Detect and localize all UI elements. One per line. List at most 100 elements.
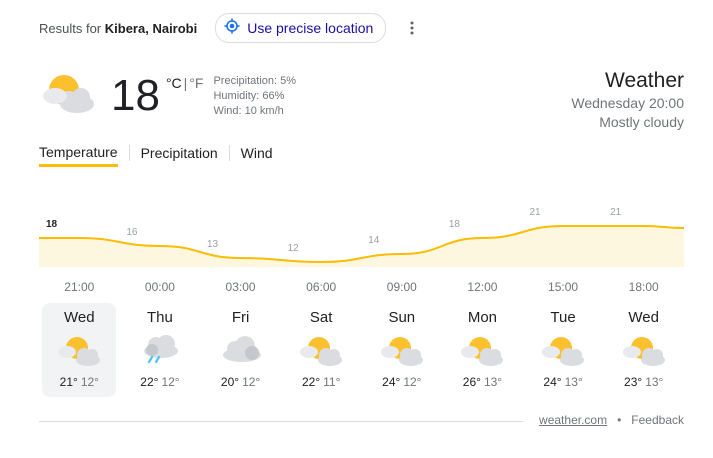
- forecast-day-5[interactable]: Mon 26° 13°: [445, 303, 519, 397]
- weather-details: Precipitation: 5% Humidity: 66% Wind: 10…: [213, 74, 296, 119]
- forecast-low: 12°: [403, 375, 422, 389]
- rain-cloud-icon: [137, 333, 183, 369]
- forecast-low: 12°: [242, 375, 261, 389]
- partly-cloudy-icon: [39, 70, 97, 123]
- forecast-temps: 22° 11°: [284, 375, 358, 389]
- forecast-temps: 23° 13°: [607, 375, 681, 389]
- chart-tabs: Temperature Precipitation Wind: [39, 144, 273, 167]
- forecast-temps: 22° 12°: [123, 375, 197, 389]
- forecast-low: 12°: [161, 375, 180, 389]
- unit-toggle: °C | °F: [165, 75, 204, 91]
- forecast-day-2[interactable]: Fri 20° 12°: [204, 303, 278, 397]
- tab-divider: [228, 144, 230, 161]
- time-tick-label: 21:00: [64, 280, 95, 294]
- temperature-data-label: 16: [126, 227, 138, 238]
- forecast-day-name: Thu: [147, 309, 173, 326]
- forecast-high: 22°: [301, 375, 321, 389]
- footer-divider: [39, 421, 523, 422]
- cloudy-icon: [218, 333, 264, 369]
- tab-precipitation[interactable]: Precipitation: [141, 145, 218, 167]
- partly-cloudy-icon: [379, 333, 425, 369]
- use-precise-location-button[interactable]: Use precise location: [215, 13, 387, 43]
- fahrenheit-unit[interactable]: °F: [189, 75, 203, 91]
- forecast-high: 20°: [220, 375, 240, 389]
- forecast-low: 12°: [80, 375, 99, 389]
- results-prefix: Results for: [39, 20, 102, 36]
- tab-wind[interactable]: Wind: [241, 145, 273, 167]
- temperature-data-label: 21: [530, 207, 542, 218]
- forecast-high: 22°: [140, 375, 159, 389]
- weather-condition: Mostly cloudy: [599, 114, 684, 130]
- partly-cloudy-icon: [459, 333, 505, 369]
- weather-title: Weather: [605, 69, 684, 92]
- forecast-day-name: Wed: [628, 309, 659, 326]
- footer: weather.com • Feedback: [539, 413, 684, 427]
- location-bar: Results for Kibera, Nairobi Use precise …: [39, 13, 420, 43]
- time-tick-label: 09:00: [386, 280, 417, 294]
- temperature-chart: 18 16 13 12 14 18 21 21: [38, 207, 685, 267]
- weather-source-link[interactable]: weather.com: [539, 413, 607, 427]
- forecast-temps: 20° 12°: [204, 375, 278, 389]
- temperature-data-label: 18: [449, 219, 461, 230]
- forecast-temps: 24° 12°: [365, 375, 439, 389]
- forecast-low: 13°: [483, 375, 503, 389]
- forecast-high: 23°: [624, 375, 643, 389]
- forecast-day-name: Tue: [550, 309, 576, 326]
- use-precise-location-label: Use precise location: [247, 20, 374, 36]
- weather-datetime: Wednesday 20:00: [571, 95, 684, 111]
- partly-cloudy-icon: [56, 333, 102, 369]
- celsius-unit[interactable]: °C: [166, 75, 182, 91]
- time-tick-label: 15:00: [548, 280, 579, 294]
- temperature-data-label: 13: [207, 239, 219, 250]
- time-tick-label: 12:00: [467, 280, 498, 294]
- time-tick-label: 03:00: [225, 280, 256, 294]
- forecast-temps: 26° 13°: [445, 375, 519, 389]
- forecast-day-name: Fri: [231, 309, 250, 326]
- tab-divider: [128, 144, 130, 161]
- forecast-low: 13°: [645, 375, 664, 389]
- time-tick-label: 06:00: [306, 280, 337, 294]
- forecast-day-name: Sun: [388, 309, 416, 326]
- forecast-temps: 21° 12°: [42, 375, 116, 389]
- forecast-high: 21°: [59, 375, 78, 389]
- location-target-icon: [224, 18, 240, 39]
- forecast-high: 24°: [543, 375, 562, 389]
- current-temperature: 18: [111, 71, 160, 120]
- daily-forecast: Wed 21° 12° Thu 22° 12° Fri 20° 12° Sat 22° 11° Sun 2…: [39, 303, 684, 397]
- forecast-day-7[interactable]: Wed 23° 13°: [607, 303, 681, 397]
- temperature-data-label: 18: [46, 219, 58, 230]
- feedback-link[interactable]: Feedback: [631, 413, 684, 427]
- tab-temperature[interactable]: Temperature: [39, 144, 118, 167]
- temperature-data-label: 21: [610, 207, 622, 218]
- humidity-text: Humidity: 66%: [213, 90, 285, 102]
- forecast-day-4[interactable]: Sun 24° 12°: [365, 303, 439, 397]
- forecast-day-name: Wed: [64, 309, 95, 326]
- forecast-day-name: Mon: [467, 309, 498, 326]
- partly-cloudy-icon: [298, 333, 344, 369]
- forecast-day-3[interactable]: Sat 22° 11°: [284, 303, 358, 397]
- precipitation-text: Precipitation: 5%: [213, 75, 297, 87]
- time-tick-label: 00:00: [144, 280, 175, 294]
- current-conditions: 18 °C | °F Precipitation: 5% Humidity: 66%…: [39, 70, 296, 122]
- temperature-data-label: 12: [288, 243, 300, 254]
- forecast-day-0[interactable]: Wed 21° 12°: [42, 303, 117, 397]
- forecast-day-name: Sat: [309, 309, 333, 326]
- time-tick-label: 18:00: [628, 280, 659, 294]
- location-name: Kibera, Nairobi: [104, 20, 198, 36]
- weather-summary: Weather Wednesday 20:00 Mostly cloudy: [571, 68, 684, 132]
- partly-cloudy-icon: [621, 333, 667, 369]
- forecast-high: 26°: [462, 375, 481, 389]
- forecast-day-6[interactable]: Tue 24° 13°: [526, 303, 600, 397]
- chart-time-axis: 21:00 00:00 03:00 06:00 09:00 12:00 15:00 18:00: [39, 280, 684, 294]
- partly-cloudy-icon: [540, 333, 586, 369]
- forecast-day-1[interactable]: Thu 22° 12°: [123, 303, 197, 397]
- forecast-low: 11°: [323, 375, 341, 389]
- wind-text: Wind: 10 km/h: [213, 105, 284, 117]
- footer-separator: •: [617, 413, 622, 427]
- results-for-text: Results for Kibera, Nairobi: [39, 21, 197, 36]
- more-options-icon[interactable]: [404, 18, 420, 38]
- forecast-temps: 24° 13°: [526, 375, 600, 389]
- forecast-high: 24°: [382, 375, 401, 389]
- temperature-data-label: 14: [368, 235, 380, 246]
- forecast-low: 13°: [564, 375, 583, 389]
